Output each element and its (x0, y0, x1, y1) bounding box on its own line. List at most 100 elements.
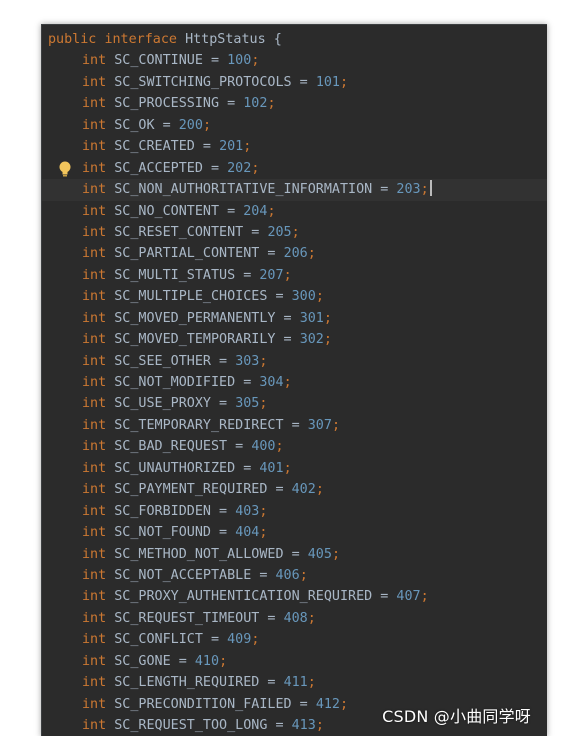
field-line[interactable]: int SC_NON_AUTHORITATIVE_INFORMATION = 2… (42, 179, 547, 201)
code-area[interactable]: public interface HttpStatus { int SC_CON… (42, 29, 547, 736)
semicolon: ; (267, 203, 276, 219)
field-line[interactable]: int SC_NO_CONTENT = 204; (42, 201, 547, 222)
semicolon: ; (340, 74, 349, 90)
field-value: 204 (243, 203, 268, 219)
field-name: SC_MOVED_TEMPORARILY (114, 332, 276, 348)
semicolon: ; (259, 353, 268, 369)
equals-sign: = (194, 139, 220, 155)
equals-sign: = (154, 117, 179, 133)
field-line[interactable]: int SC_METHOD_NOT_ALLOWED = 405; (42, 544, 547, 565)
field-value: 100 (227, 53, 252, 69)
keyword-int: int (82, 610, 107, 626)
field-line[interactable]: int SC_CONTINUE = 100; (42, 50, 547, 71)
field-name: SC_REQUEST_TIMEOUT (114, 610, 260, 626)
field-value: 301 (299, 310, 324, 326)
field-line[interactable]: int SC_SEE_OTHER = 303; (42, 351, 547, 372)
field-line[interactable]: int SC_RESET_CONTENT = 205; (42, 222, 547, 243)
field-line[interactable]: int SC_BAD_REQUEST = 400; (42, 436, 547, 457)
field-line[interactable]: int SC_GONE = 410; (42, 651, 547, 672)
equals-sign: = (275, 332, 300, 348)
keyword-int: int (82, 503, 107, 519)
semicolon: ; (307, 246, 316, 262)
keyword-int: int (82, 675, 107, 691)
field-line[interactable]: int SC_SWITCHING_PROTOCOLS = 101; (42, 72, 547, 93)
field-line[interactable]: int SC_FORBIDDEN = 403; (42, 501, 547, 522)
field-line[interactable]: int SC_USE_PROXY = 305; (42, 393, 547, 414)
semicolon: ; (275, 439, 284, 455)
field-name: SC_SEE_OTHER (114, 353, 211, 369)
field-line[interactable]: int SC_MULTI_STATUS = 207; (42, 265, 547, 286)
keyword-int: int (82, 589, 107, 605)
field-line[interactable]: int SC_CONFLICT = 409; (42, 629, 547, 650)
intention-bulb-icon[interactable] (58, 161, 72, 177)
semicolon: ; (259, 396, 268, 412)
semicolon: ; (251, 53, 260, 69)
code-editor[interactable]: public interface HttpStatus { int SC_CON… (41, 24, 547, 736)
field-value: 202 (227, 160, 252, 176)
keyword-int: int (82, 546, 107, 562)
field-name: SC_RESET_CONTENT (114, 224, 244, 240)
equals-sign: = (259, 675, 284, 691)
field-value: 411 (283, 675, 308, 691)
field-name: SC_UNAUTHORIZED (114, 460, 236, 476)
equals-sign: = (267, 482, 292, 498)
equals-sign: = (259, 610, 284, 626)
field-name: SC_FORBIDDEN (114, 503, 211, 519)
field-line[interactable]: int SC_LENGTH_REQUIRED = 411; (42, 672, 547, 693)
semicolon: ; (202, 117, 211, 133)
equals-sign: = (235, 460, 260, 476)
equals-sign: = (267, 718, 292, 733)
field-line[interactable]: int SC_OK = 200; (42, 115, 547, 136)
equals-sign: = (202, 160, 228, 176)
equals-sign: = (202, 632, 228, 648)
field-name: SC_CONFLICT (114, 632, 203, 648)
semicolon: ; (315, 289, 324, 305)
field-line[interactable]: int SC_ACCEPTED = 202; (42, 158, 547, 179)
field-value: 304 (259, 375, 284, 390)
field-line[interactable]: int SC_UNAUTHORIZED = 401; (42, 458, 547, 479)
keyword-int: int (82, 482, 107, 498)
field-line[interactable]: int SC_NOT_FOUND = 404; (42, 522, 547, 543)
field-line[interactable]: int SC_TEMPORARY_REDIRECT = 307; (42, 415, 547, 436)
field-line[interactable]: int SC_CREATED = 201; (42, 136, 547, 157)
field-line[interactable]: int SC_MOVED_TEMPORARILY = 302; (42, 329, 547, 350)
field-line[interactable]: int SC_PARTIAL_CONTENT = 206; (42, 243, 547, 264)
keyword-int: int (82, 353, 107, 369)
semicolon: ; (315, 482, 324, 498)
field-name: SC_ACCEPTED (114, 160, 203, 176)
equals-sign: = (235, 267, 260, 283)
field-name: SC_NOT_ACCEPTABLE (114, 567, 252, 583)
field-line[interactable]: int SC_NOT_ACCEPTABLE = 406; (42, 565, 547, 586)
keyword-int: int (82, 718, 107, 733)
field-name: SC_NON_AUTHORITATIVE_INFORMATION (114, 182, 373, 198)
field-name: SC_PARTIAL_CONTENT (114, 246, 260, 262)
keyword-int: int (82, 632, 107, 648)
field-name: SC_METHOD_NOT_ALLOWED (114, 546, 284, 562)
field-line[interactable]: int SC_PROXY_AUTHENTICATION_REQUIRED = 4… (42, 586, 547, 607)
field-line[interactable]: int SC_NOT_MODIFIED = 304; (42, 372, 547, 393)
semicolon: ; (299, 567, 308, 583)
equals-sign: = (219, 203, 244, 219)
equals-sign: = (243, 224, 268, 240)
equals-sign: = (219, 96, 244, 112)
field-value: 307 (307, 417, 332, 433)
field-value: 203 (396, 182, 421, 198)
keyword-int: int (82, 417, 107, 433)
equals-sign: = (291, 696, 316, 712)
field-line[interactable]: int SC_MULTIPLE_CHOICES = 300; (42, 286, 547, 307)
field-name: SC_PROCESSING (114, 96, 220, 112)
field-line[interactable]: int SC_PAYMENT_REQUIRED = 402; (42, 479, 547, 500)
semicolon: ; (251, 632, 260, 648)
keyword-int: int (82, 375, 107, 390)
field-line[interactable]: int SC_PROCESSING = 102; (42, 93, 547, 114)
keyword-int: int (82, 160, 107, 176)
field-value: 401 (259, 460, 284, 476)
field-name: SC_SWITCHING_PROTOCOLS (114, 74, 292, 90)
open-brace: { (273, 32, 282, 47)
keyword-int: int (82, 203, 107, 219)
field-value: 207 (259, 267, 284, 283)
field-line[interactable]: int SC_REQUEST_TIMEOUT = 408; (42, 608, 547, 629)
interface-declaration-line[interactable]: public interface HttpStatus { (42, 29, 547, 50)
keyword-int: int (82, 332, 107, 348)
field-line[interactable]: int SC_MOVED_PERMANENTLY = 301; (42, 308, 547, 329)
